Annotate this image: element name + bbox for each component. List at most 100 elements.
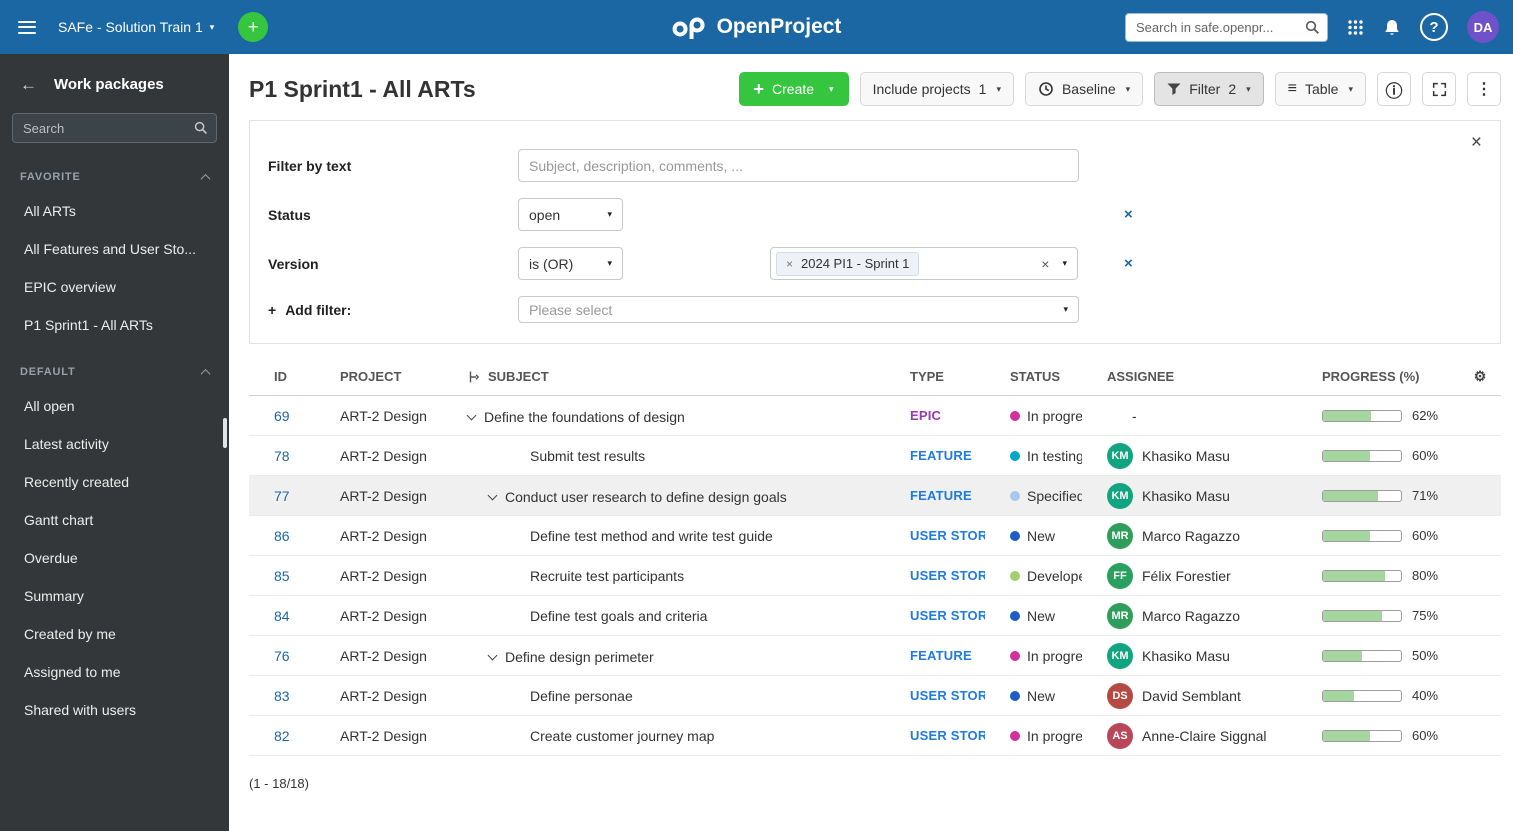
table-row[interactable]: 86 ART-2 Design Define test method and w… — [249, 516, 1501, 556]
filter-button[interactable]: Filter 2 ▾ — [1154, 72, 1264, 106]
sidebar-item[interactable]: All open — [0, 387, 229, 425]
collapse-chevron-icon[interactable] — [487, 650, 498, 661]
fullscreen-button[interactable] — [1422, 72, 1456, 106]
baseline-button[interactable]: Baseline ▾ — [1024, 72, 1144, 106]
project-selector[interactable]: SAFe - Solution Train 1 ▾ — [58, 19, 214, 35]
user-avatar[interactable]: DA — [1467, 11, 1499, 43]
remove-chip-icon[interactable]: × — [786, 258, 793, 270]
wp-progress-label: 75% — [1412, 608, 1439, 623]
sidebar-section-header[interactable]: DEFAULT — [0, 344, 229, 387]
wp-id-link[interactable]: 78 — [274, 448, 290, 464]
sidebar-item[interactable]: Gantt chart — [0, 501, 229, 539]
remove-version-filter-button[interactable]: × — [1124, 256, 1133, 271]
sidebar-item[interactable]: Shared with users — [0, 691, 229, 729]
wp-id-link[interactable]: 77 — [274, 488, 290, 504]
collapse-chevron-icon[interactable] — [487, 490, 498, 501]
wp-id-link[interactable]: 86 — [274, 528, 290, 544]
table-row[interactable]: 78 ART-2 Design Submit test results FEAT… — [249, 436, 1501, 476]
column-header-assignee[interactable]: ASSIGNEE — [1082, 369, 1297, 384]
progress-bar — [1322, 729, 1402, 742]
wp-id-link[interactable]: 85 — [274, 568, 290, 584]
clear-selection-icon[interactable]: × — [1041, 257, 1049, 271]
sidebar-section-header[interactable]: FAVORITE — [0, 149, 229, 192]
sidebar-item[interactable]: EPIC overview — [0, 268, 229, 306]
collapse-chevron-icon[interactable] — [466, 410, 477, 421]
table-row[interactable]: 83 ART-2 Design Define personae USER STO… — [249, 676, 1501, 716]
sidebar-item[interactable]: P1 Sprint1 - All ARTs — [0, 306, 229, 344]
wp-subject-cell: Define personae — [530, 688, 633, 704]
view-mode-label: Table — [1305, 81, 1339, 97]
wp-project: ART-2 Design — [340, 607, 427, 624]
add-filter-label[interactable]: + Add filter: — [268, 302, 518, 318]
table-row[interactable]: 82 ART-2 Design Create customer journey … — [249, 716, 1501, 756]
sidebar-item[interactable]: Assigned to me — [0, 653, 229, 691]
table-row[interactable]: 85 ART-2 Design Recruite test participan… — [249, 556, 1501, 596]
apps-grid-button[interactable] — [1347, 19, 1364, 36]
chevron-down-icon: ▾ — [209, 21, 215, 32]
wp-project: ART-2 Design — [340, 527, 427, 544]
wp-subject-cell: Define the foundations of design — [466, 409, 685, 425]
help-button[interactable]: ? — [1420, 13, 1448, 41]
notifications-button[interactable] — [1383, 18, 1401, 37]
wp-assignee: Marco Ragazzo — [1142, 607, 1241, 624]
table-row[interactable]: 77 ART-2 Design Conduct user research to… — [249, 476, 1501, 516]
info-button[interactable]: ⓘ — [1377, 72, 1411, 106]
status-operator-select[interactable]: open ▾ — [518, 198, 623, 231]
back-button[interactable]: ← — [20, 76, 37, 93]
table-row[interactable]: 84 ART-2 Design Define test goals and cr… — [249, 596, 1501, 636]
remove-status-filter-button[interactable]: × — [1124, 207, 1133, 222]
add-filter-select[interactable]: Please select ▾ — [518, 296, 1079, 323]
wp-id-link[interactable]: 84 — [274, 608, 290, 624]
table-row[interactable]: 69 ART-2 Design Define the foundations o… — [249, 396, 1501, 436]
column-header-type[interactable]: TYPE — [885, 369, 985, 384]
chevron-down-icon: ▾ — [607, 258, 612, 268]
avatar: MR — [1107, 602, 1133, 629]
column-header-id[interactable]: ID — [249, 369, 315, 384]
progress-bar-fill — [1323, 530, 1370, 541]
wp-id-link[interactable]: 82 — [274, 728, 290, 744]
version-value-select[interactable]: × 2024 PI1 - Sprint 1 × ▾ — [770, 247, 1078, 280]
sidebar-scrollbar-thumb[interactable] — [223, 418, 227, 448]
column-header-status[interactable]: STATUS — [985, 369, 1082, 384]
create-button[interactable]: + Create ▾ — [738, 72, 849, 106]
wp-id-link[interactable]: 69 — [274, 408, 290, 424]
settings-gear-icon[interactable]: ⚙ — [1474, 368, 1487, 384]
hamburger-menu-button[interactable] — [14, 13, 40, 41]
include-projects-button[interactable]: Include projects 1 ▾ — [859, 72, 1014, 106]
more-options-button[interactable]: ⋮ — [1467, 72, 1501, 106]
global-search-input[interactable] — [1125, 12, 1328, 42]
sidebar-item[interactable]: All Features and User Sto... — [0, 230, 229, 268]
column-header-subject[interactable]: SUBJECT — [443, 369, 885, 384]
home-link[interactable]: OpenProject — [672, 15, 841, 39]
hierarchy-icon — [469, 371, 480, 382]
wp-id-link[interactable]: 83 — [274, 688, 290, 704]
wp-id-link[interactable]: 76 — [274, 648, 290, 664]
progress-bar-fill — [1323, 490, 1379, 501]
include-projects-count: 1 — [978, 81, 987, 97]
sidebar-section: FAVORITE All ARTs All Features and User … — [0, 149, 229, 344]
version-operator-select[interactable]: is (OR) ▾ — [518, 247, 623, 280]
filter-row-status: Status open ▾ × — [268, 198, 1482, 231]
wp-subject-cell: Define test method and write test guide — [530, 528, 773, 544]
project-selector-label: SAFe - Solution Train 1 — [58, 19, 203, 35]
sidebar-item[interactable]: Latest activity — [0, 425, 229, 463]
column-header-project[interactable]: PROJECT — [315, 369, 443, 384]
quick-add-button[interactable]: + — [238, 12, 269, 42]
wp-progress-label: 60% — [1412, 728, 1439, 743]
view-mode-button[interactable]: ≡ Table ▾ — [1274, 72, 1366, 106]
avatar: KM — [1107, 642, 1133, 669]
column-header-progress[interactable]: PROGRESS (%) — [1297, 369, 1459, 384]
wp-progress-label: 50% — [1412, 648, 1439, 663]
sidebar: ← Work packages FAVORITE All ARTs All Fe… — [0, 54, 229, 831]
table-row[interactable]: 76 ART-2 Design Define design perimeter … — [249, 636, 1501, 676]
sidebar-item[interactable]: Summary — [0, 577, 229, 615]
sidebar-item[interactable]: All ARTs — [0, 192, 229, 230]
sidebar-item[interactable]: Overdue — [0, 539, 229, 577]
sidebar-search-input[interactable] — [12, 113, 217, 143]
filter-row-text: Filter by text — [268, 149, 1482, 182]
sidebar-item-label: EPIC overview — [24, 279, 116, 295]
filter-text-input[interactable] — [518, 149, 1079, 182]
sidebar-item[interactable]: Created by me — [0, 615, 229, 653]
wp-project: ART-2 Design — [340, 447, 427, 464]
sidebar-item[interactable]: Recently created — [0, 463, 229, 501]
